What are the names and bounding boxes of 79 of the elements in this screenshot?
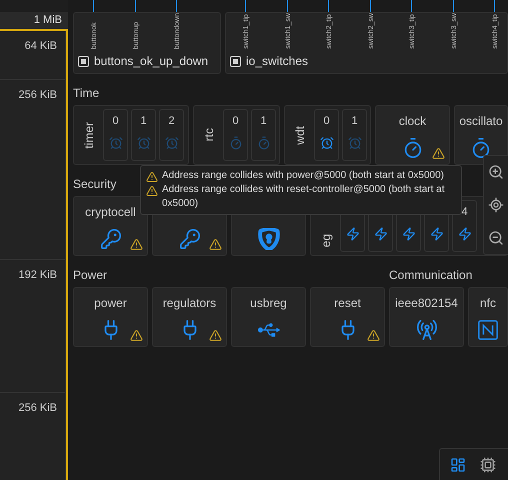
section-title: Security	[73, 177, 116, 191]
key-icon	[178, 228, 200, 250]
device-card[interactable]: oscillato	[454, 105, 508, 165]
warning-icon	[146, 185, 158, 197]
warning-icon	[146, 171, 158, 183]
chip-icon	[78, 56, 89, 66]
group-label: rtc	[203, 128, 215, 142]
group-label: wdt	[294, 126, 306, 144]
pin-connector	[134, 0, 136, 12]
pin-connector	[494, 0, 496, 12]
device-name: clock	[398, 114, 426, 128]
cell-label: 1	[260, 115, 267, 128]
cell-label: 0	[232, 115, 239, 128]
antenna-icon	[416, 319, 438, 341]
shield-icon	[258, 228, 280, 250]
device-name: cryptocell	[85, 205, 136, 219]
memory-size-label: 64 KiB	[24, 40, 57, 54]
group-label: timer	[83, 122, 95, 148]
device-card[interactable]: clock	[375, 105, 450, 165]
device-name: usbreg	[250, 296, 287, 310]
device-cell[interactable]: 2	[159, 109, 184, 161]
center-icon[interactable]	[488, 196, 504, 213]
tooltip-message: Address range collides with power@5000 (both start at 0x5000)	[162, 169, 444, 183]
key-icon	[100, 228, 122, 250]
device-card[interactable]: power	[73, 287, 148, 347]
device-name: oscillato	[459, 114, 503, 128]
memory-region[interactable]: 256 KiB	[0, 392, 66, 480]
device-cell[interactable]: 0	[103, 109, 128, 161]
section-title: Communication	[389, 268, 472, 282]
group-label: eg	[320, 234, 332, 247]
device-cell[interactable]: 1	[251, 109, 276, 161]
pin-connector	[176, 0, 178, 12]
section-title: Time	[73, 86, 100, 100]
cell-label: 0	[112, 115, 119, 128]
pin-connector	[411, 0, 412, 12]
cell-label: 2	[168, 115, 175, 128]
chip-icon[interactable]	[480, 457, 496, 473]
cell-label: 1	[351, 115, 358, 128]
layout-icon[interactable]	[450, 457, 466, 473]
device-card[interactable]: usbreg	[231, 287, 306, 347]
device-card[interactable]: ieee802154	[389, 287, 464, 347]
device-card[interactable]: cryptocell	[73, 196, 148, 256]
cell-label: 1	[140, 115, 147, 128]
device-name: power	[94, 296, 127, 310]
device-cell[interactable]: 0	[314, 109, 339, 161]
stopwatch-icon	[470, 137, 492, 159]
memory-region[interactable]: 256 KiB	[0, 80, 66, 260]
device-name: reset	[334, 296, 361, 310]
device-name: buttons_ok_up_down	[94, 53, 208, 70]
section-title: Power	[73, 268, 108, 282]
pin-connector	[286, 0, 288, 12]
pin-connector	[93, 0, 94, 12]
memory-region[interactable]: 192 KiB	[0, 260, 66, 392]
device-card[interactable]: regulators	[152, 287, 227, 347]
device-cell[interactable]: 1	[131, 109, 156, 161]
memory-size-label: 256 KiB	[18, 402, 57, 416]
device-card[interactable]: reset	[310, 287, 385, 347]
memory-size-label: 192 KiB	[18, 268, 57, 282]
pin-connector	[370, 0, 371, 12]
memory-region[interactable]: 64 KiB	[0, 30, 66, 80]
device-card[interactable]: nfc	[468, 287, 508, 347]
nfc-icon	[477, 319, 499, 341]
device-name: ieee802154	[395, 296, 458, 310]
device-cell[interactable]: 1	[342, 109, 367, 161]
device-name: nfc	[480, 296, 496, 310]
device-name: regulators	[162, 296, 216, 310]
memory-size-label: 1 MiB	[34, 13, 62, 28]
zoom-in-icon[interactable]	[488, 164, 504, 180]
memory-size-label: 256 KiB	[18, 88, 57, 102]
pin-connector	[245, 0, 246, 12]
cell-label: 0	[323, 115, 330, 128]
device-cell[interactable]: 0	[223, 109, 248, 161]
pin-connector	[328, 0, 330, 12]
zoom-out-icon[interactable]	[488, 230, 504, 246]
pin-connector	[452, 0, 454, 12]
chip-icon	[230, 56, 241, 66]
tooltip-message: Address range collides with reset-controller@5000 (both start at 0x5000)	[162, 183, 446, 211]
cell-label: 4	[461, 206, 468, 219]
device-name: io_switches	[246, 53, 308, 70]
